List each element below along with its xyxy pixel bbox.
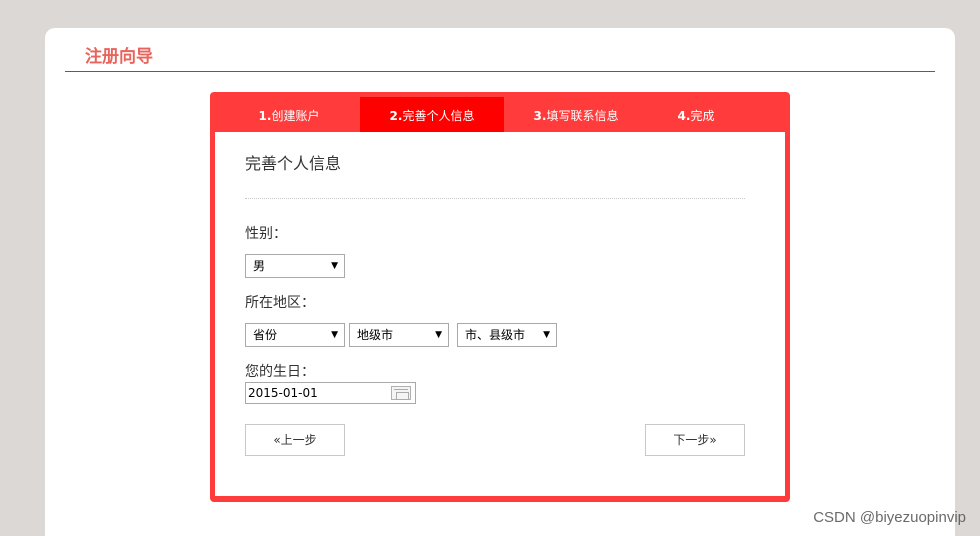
title-divider [65, 71, 935, 72]
step-label: 完成 [690, 109, 715, 123]
step-number: 1. [258, 109, 272, 123]
gender-select-value: 男 [253, 259, 266, 273]
wizard-container: 1.创建账户 2.完善个人信息 3.填写联系信息 4.完成 完善个人信息 性别：… [210, 92, 790, 502]
birthday-label: 您的生日： [245, 364, 315, 380]
county-select-value: 市、县级市 [465, 328, 526, 342]
birthday-value: 2015-01-01 [248, 386, 318, 400]
wizard-steps: 1.创建账户 2.完善个人信息 3.填写联系信息 4.完成 [210, 92, 790, 133]
province-select-value: 省份 [253, 328, 278, 342]
step-number: 2. [389, 109, 403, 123]
step-number: 3. [533, 109, 547, 123]
step-personal-info[interactable]: 2.完善个人信息 [360, 97, 504, 133]
step-create-account[interactable]: 1.创建账户 [217, 97, 361, 133]
county-select[interactable]: 市、县级市 ▼ [457, 323, 557, 347]
calendar-icon[interactable] [391, 386, 411, 400]
next-step-button[interactable]: 下一步» [645, 424, 745, 456]
dropdown-arrow-icon: ▼ [543, 330, 550, 340]
section-title: 完善个人信息 [245, 154, 342, 173]
page-title: 注册向导 [85, 47, 153, 67]
dropdown-arrow-icon: ▼ [331, 261, 338, 271]
wizard-body: 完善个人信息 性别： 男 ▼ 所在地区： 省份 ▼ 地级市 ▼ 市、县级市 ▼ … [215, 132, 785, 496]
step-label: 创建账户 [271, 109, 320, 123]
dropdown-arrow-icon: ▼ [331, 330, 338, 340]
city-select[interactable]: 地级市 ▼ [349, 323, 449, 347]
step-label: 填写联系信息 [546, 109, 619, 123]
province-select[interactable]: 省份 ▼ [245, 323, 345, 347]
dropdown-arrow-icon: ▼ [435, 330, 442, 340]
region-label: 所在地区： [245, 295, 315, 311]
gender-select[interactable]: 男 ▼ [245, 254, 345, 278]
step-complete[interactable]: 4.完成 [624, 97, 768, 133]
birthday-input[interactable]: 2015-01-01 [245, 382, 416, 404]
csdn-watermark: CSDN @biyezuopinvip [813, 509, 966, 526]
step-number: 4. [677, 109, 691, 123]
registration-panel: 注册向导 1.创建账户 2.完善个人信息 3.填写联系信息 4.完成 完善个人信… [45, 28, 955, 536]
section-divider [245, 198, 745, 199]
step-label: 完善个人信息 [402, 109, 475, 123]
city-select-value: 地级市 [357, 328, 394, 342]
previous-step-button[interactable]: «上一步 [245, 424, 345, 456]
gender-label: 性别： [245, 226, 287, 242]
